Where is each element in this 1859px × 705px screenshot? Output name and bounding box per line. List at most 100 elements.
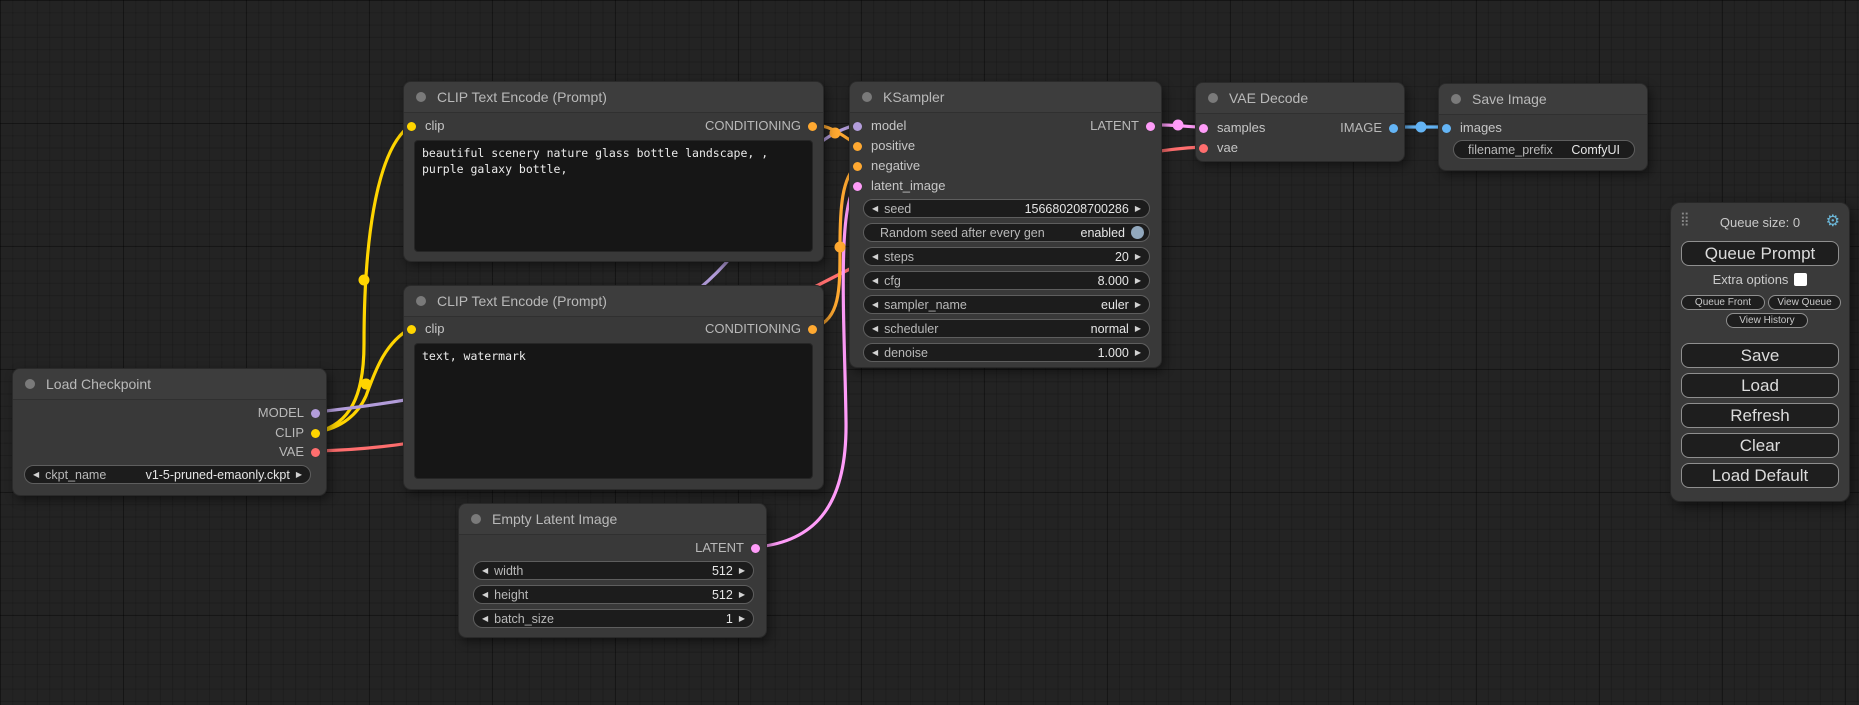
increment-arrow-icon[interactable]: ▶ (739, 615, 745, 623)
collapse-dot-icon[interactable] (25, 379, 35, 389)
decrement-arrow-icon[interactable]: ◀ (482, 615, 488, 623)
increment-arrow-icon[interactable]: ▶ (1135, 301, 1141, 309)
latent-output-port[interactable] (1146, 122, 1155, 131)
negative-input-port[interactable] (853, 162, 862, 171)
model-output-port[interactable] (311, 409, 320, 418)
input-label-clip: clip (425, 118, 445, 133)
widget-label: denoise (884, 346, 928, 360)
toggle-dot-icon[interactable] (1131, 226, 1144, 239)
scheduler-widget[interactable]: ◀ scheduler normal ▶ (863, 319, 1150, 338)
link-dot-conditioning-2 (835, 242, 846, 253)
input-label-vae: vae (1217, 140, 1238, 155)
increment-arrow-icon[interactable]: ▶ (1135, 349, 1141, 357)
increment-arrow-icon[interactable]: ▶ (1135, 277, 1141, 285)
decrement-arrow-icon[interactable]: ◀ (872, 301, 878, 309)
clip-input-port[interactable] (407, 122, 416, 131)
refresh-button[interactable]: Refresh (1681, 403, 1839, 428)
collapse-dot-icon[interactable] (416, 92, 426, 102)
positive-prompt-textarea[interactable]: beautiful scenery nature glass bottle la… (414, 140, 813, 252)
increment-arrow-icon[interactable]: ▶ (1135, 325, 1141, 333)
decrement-arrow-icon[interactable]: ◀ (482, 591, 488, 599)
decrement-arrow-icon[interactable]: ◀ (872, 253, 878, 261)
decrement-arrow-icon[interactable]: ◀ (872, 277, 878, 285)
batch-size-widget[interactable]: ◀ batch_size 1 ▶ (473, 609, 754, 628)
input-label-samples: samples (1217, 120, 1265, 135)
extra-options-checkbox[interactable] (1794, 273, 1807, 286)
decrement-arrow-icon[interactable]: ◀ (872, 349, 878, 357)
collapse-dot-icon[interactable] (862, 92, 872, 102)
node-vae-decode[interactable]: VAE Decode samples IMAGE vae (1195, 82, 1405, 162)
collapse-dot-icon[interactable] (471, 514, 481, 524)
ckpt-name-widget[interactable]: ◀ ckpt_name v1-5-pruned-emaonly.ckpt ▶ (24, 465, 311, 484)
queue-prompt-button[interactable]: Queue Prompt (1681, 241, 1839, 266)
settings-gear-icon[interactable]: ⚙ (1826, 211, 1840, 231)
images-input-port[interactable] (1442, 124, 1451, 133)
collapse-dot-icon[interactable] (1208, 93, 1218, 103)
denoise-widget[interactable]: ◀ denoise 1.000 ▶ (863, 343, 1150, 362)
load-default-button[interactable]: Load Default (1681, 463, 1839, 488)
input-label-images: images (1460, 120, 1502, 135)
decrement-arrow-icon[interactable]: ◀ (33, 471, 39, 479)
positive-input-port[interactable] (853, 142, 862, 151)
extra-options-row: Extra options (1671, 272, 1849, 287)
increment-arrow-icon[interactable]: ▶ (1135, 205, 1141, 213)
widget-label: scheduler (884, 322, 938, 336)
node-clip-text-encode-negative[interactable]: CLIP Text Encode (Prompt) clip CONDITION… (403, 285, 824, 490)
widget-label: width (494, 564, 523, 578)
random-seed-toggle-widget[interactable]: Random seed after every gen enabled (863, 223, 1150, 242)
latent-output-port[interactable] (751, 544, 760, 553)
port-row: samples IMAGE (1196, 118, 1404, 138)
clip-output-port[interactable] (311, 429, 320, 438)
collapse-dot-icon[interactable] (1451, 94, 1461, 104)
image-output-port[interactable] (1389, 124, 1398, 133)
node-header[interactable]: VAE Decode (1196, 83, 1404, 114)
decrement-arrow-icon[interactable]: ◀ (872, 325, 878, 333)
samples-input-port[interactable] (1199, 124, 1208, 133)
negative-prompt-textarea[interactable]: text, watermark (414, 343, 813, 479)
cfg-widget[interactable]: ◀ cfg 8.000 ▶ (863, 271, 1150, 290)
steps-widget[interactable]: ◀ steps 20 ▶ (863, 247, 1150, 266)
load-button[interactable]: Load (1681, 373, 1839, 398)
width-widget[interactable]: ◀ width 512 ▶ (473, 561, 754, 580)
node-header[interactable]: KSampler (850, 82, 1161, 113)
save-button[interactable]: Save (1681, 343, 1839, 368)
clear-button[interactable]: Clear (1681, 433, 1839, 458)
node-header[interactable]: CLIP Text Encode (Prompt) (404, 82, 823, 113)
model-input-port[interactable] (853, 122, 862, 131)
node-graph-canvas[interactable]: Load Checkpoint MODEL CLIP VAE ◀ ckpt_na… (0, 0, 1859, 705)
increment-arrow-icon[interactable]: ▶ (739, 591, 745, 599)
node-header[interactable]: Save Image (1439, 84, 1647, 115)
view-queue-button[interactable]: View Queue (1768, 295, 1841, 310)
node-save-image[interactable]: Save Image images filename_prefix ComfyU… (1438, 83, 1648, 171)
link-dot-clip-2 (361, 379, 372, 390)
seed-widget[interactable]: ◀ seed 156680208700286 ▶ (863, 199, 1150, 218)
increment-arrow-icon[interactable]: ▶ (739, 567, 745, 575)
height-widget[interactable]: ◀ height 512 ▶ (473, 585, 754, 604)
view-history-button[interactable]: View History (1726, 313, 1808, 328)
collapse-dot-icon[interactable] (416, 296, 426, 306)
queue-front-button[interactable]: Queue Front (1681, 295, 1765, 310)
decrement-arrow-icon[interactable]: ◀ (872, 205, 878, 213)
vae-input-port[interactable] (1199, 144, 1208, 153)
decrement-arrow-icon[interactable]: ◀ (482, 567, 488, 575)
node-ksampler[interactable]: KSampler model LATENT positive negative … (849, 81, 1162, 368)
node-header[interactable]: CLIP Text Encode (Prompt) (404, 286, 823, 317)
node-clip-text-encode-positive[interactable]: CLIP Text Encode (Prompt) clip CONDITION… (403, 81, 824, 262)
node-header[interactable]: Load Checkpoint (13, 369, 326, 400)
node-load-checkpoint[interactable]: Load Checkpoint MODEL CLIP VAE ◀ ckpt_na… (12, 368, 327, 496)
increment-arrow-icon[interactable]: ▶ (296, 471, 302, 479)
conditioning-output-port[interactable] (808, 122, 817, 131)
node-empty-latent-image[interactable]: Empty Latent Image LATENT ◀ width 512 ▶ … (458, 503, 767, 638)
filename-prefix-widget[interactable]: filename_prefix ComfyUI (1453, 140, 1635, 159)
increment-arrow-icon[interactable]: ▶ (1135, 253, 1141, 261)
widget-value: v1-5-pruned-emaonly.ckpt (146, 468, 290, 482)
sampler-name-widget[interactable]: ◀ sampler_name euler ▶ (863, 295, 1150, 314)
node-header[interactable]: Empty Latent Image (459, 504, 766, 535)
conditioning-output-port[interactable] (808, 325, 817, 334)
vae-output-port[interactable] (311, 448, 320, 457)
input-label-latent-image: latent_image (871, 178, 945, 193)
latent-image-input-port[interactable] (853, 182, 862, 191)
link-dot-clip-1 (359, 275, 370, 286)
clip-input-port[interactable] (407, 325, 416, 334)
widget-value: 1 (726, 612, 733, 626)
